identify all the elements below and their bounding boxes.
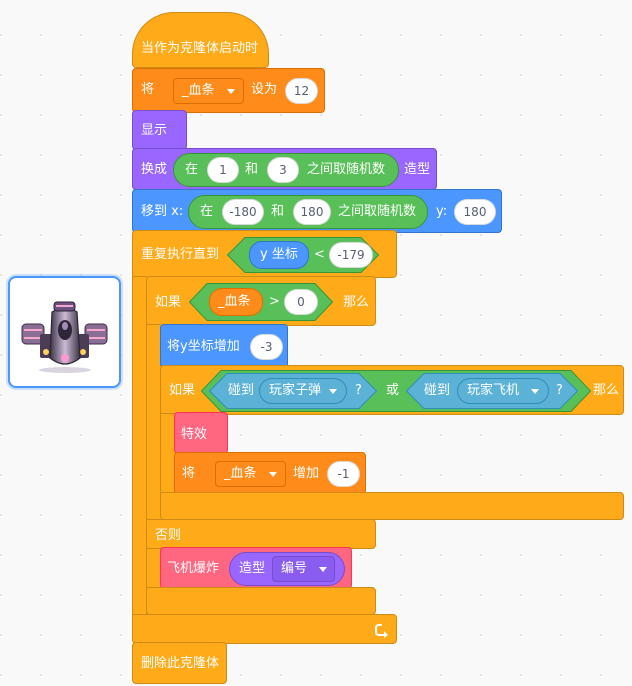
effect-custom-block[interactable]: 特效 bbox=[174, 412, 228, 454]
change-by-label: 增加 bbox=[293, 466, 320, 481]
random-from-input[interactable]: 1 bbox=[207, 157, 239, 183]
y-input[interactable]: 180 bbox=[454, 199, 496, 225]
if-touching-block[interactable]: 如果 碰到 玩家子弹 ? 或 碰到 玩家飞机 ? 那么 bbox=[160, 365, 624, 415]
explode-custom-block[interactable]: 飞机爆炸 造型 编号 bbox=[160, 547, 352, 589]
variable-name: _血条 bbox=[218, 294, 251, 309]
costume-label: 造型 bbox=[404, 162, 431, 177]
y-position-label: y 坐标 bbox=[260, 247, 298, 262]
change-variable-block[interactable]: 将 _血条 增加 -1 bbox=[174, 452, 366, 494]
random-suffix-label: 之间取随机数 bbox=[307, 162, 386, 177]
variable-name: _血条 bbox=[224, 466, 257, 481]
costume-option: 编号 bbox=[281, 561, 308, 576]
compare-value-input[interactable]: 0 bbox=[284, 289, 318, 315]
chevron-down-icon bbox=[531, 389, 539, 394]
change-label: 将 bbox=[182, 466, 196, 481]
costume-option-dropdown[interactable]: 编号 bbox=[272, 556, 335, 582]
effect-label: 特效 bbox=[181, 427, 208, 442]
or-label: 或 bbox=[386, 383, 400, 398]
random-and-label: 和 bbox=[271, 204, 285, 219]
go-to-x-label: 移到 x: bbox=[141, 204, 184, 219]
then-label: 那么 bbox=[343, 295, 370, 310]
change-y-block[interactable]: 将y坐标增加 -3 bbox=[160, 324, 288, 368]
change-y-input[interactable]: -3 bbox=[250, 334, 283, 360]
health-variable-reporter[interactable]: _血条 bbox=[209, 288, 263, 316]
delete-clone-label: 删除此克隆体 bbox=[141, 656, 220, 671]
random-from-input[interactable]: -180 bbox=[222, 199, 264, 225]
variable-name: _血条 bbox=[182, 83, 215, 98]
y-position-reporter[interactable]: y 坐标 bbox=[249, 241, 309, 269]
else-label: 否则 bbox=[155, 528, 182, 543]
chevron-down-icon bbox=[227, 89, 235, 94]
repeat-until-block-bottom bbox=[132, 614, 397, 644]
hat-label: 当作为克隆体启动时 bbox=[141, 41, 259, 56]
when-start-as-clone-hat-block[interactable]: 当作为克隆体启动时 bbox=[132, 12, 269, 68]
if-else-arm bbox=[146, 324, 161, 620]
question-mark: ? bbox=[556, 383, 563, 398]
touching-label: 碰到 bbox=[424, 383, 451, 398]
touching-label: 碰到 bbox=[228, 383, 255, 398]
if-label: 如果 bbox=[169, 383, 196, 398]
set-to-label: 设为 bbox=[251, 82, 278, 97]
touching-target-dropdown[interactable]: 玩家飞机 bbox=[457, 378, 549, 404]
random-to-input[interactable]: 180 bbox=[293, 199, 331, 225]
random-to-input[interactable]: 3 bbox=[267, 157, 299, 183]
greater-than-label: > bbox=[269, 294, 280, 309]
touching-target: 玩家子弹 bbox=[269, 383, 322, 398]
show-block[interactable]: 显示 bbox=[132, 110, 187, 150]
question-mark: ? bbox=[355, 383, 362, 398]
random-in-label: 在 bbox=[185, 162, 199, 177]
switch-costume-block[interactable]: 换成 在 1 和 3 之间取随机数 造型 bbox=[132, 148, 437, 190]
value-input[interactable]: 12 bbox=[285, 78, 318, 104]
if-label: 如果 bbox=[155, 295, 182, 310]
set-variable-block[interactable]: 将 _血条 设为 12 bbox=[132, 68, 325, 113]
sprite-thumbnail[interactable] bbox=[8, 276, 121, 388]
y-label: y: bbox=[436, 204, 448, 219]
costume-label: 造型 bbox=[239, 561, 266, 576]
repeat-until-block[interactable]: 重复执行直到 y 坐标 < -179 bbox=[132, 230, 397, 278]
spaceship-sprite-icon bbox=[21, 301, 108, 373]
chevron-down-icon bbox=[329, 389, 337, 394]
explode-label: 飞机爆炸 bbox=[167, 561, 220, 576]
repeat-until-arm bbox=[132, 276, 147, 616]
compare-value-input[interactable]: -179 bbox=[329, 242, 373, 268]
go-to-xy-block[interactable]: 移到 x: 在 -180 和 180 之间取随机数 y: 180 bbox=[132, 189, 502, 233]
touching-target-dropdown[interactable]: 玩家子弹 bbox=[259, 378, 347, 404]
less-than-label: < bbox=[314, 247, 325, 262]
change-y-label: 将y坐标增加 bbox=[167, 339, 240, 354]
random-in-label: 在 bbox=[200, 204, 214, 219]
chevron-down-icon bbox=[319, 567, 327, 572]
show-label: 显示 bbox=[141, 123, 168, 138]
set-label: 将 bbox=[141, 82, 155, 97]
random-and-label: 和 bbox=[245, 162, 259, 177]
chevron-down-icon bbox=[269, 472, 277, 477]
if-touching-arm bbox=[160, 413, 175, 495]
costume-reporter[interactable]: 造型 编号 bbox=[229, 552, 345, 586]
variable-dropdown[interactable]: _血条 bbox=[215, 461, 286, 487]
if-touching-block-bottom bbox=[160, 492, 624, 520]
loop-arrow-icon bbox=[375, 624, 388, 638]
switch-costume-label: 换成 bbox=[141, 162, 168, 177]
else-section: 否则 bbox=[146, 519, 376, 549]
then-label: 那么 bbox=[593, 383, 620, 398]
delete-this-clone-block[interactable]: 删除此克隆体 bbox=[132, 642, 227, 684]
if-else-block-bottom bbox=[146, 587, 376, 615]
change-value-input[interactable]: -1 bbox=[327, 461, 360, 487]
repeat-until-label: 重复执行直到 bbox=[141, 247, 220, 262]
if-else-block[interactable]: 如果 _血条 > 0 那么 bbox=[146, 276, 376, 326]
random-suffix-label: 之间取随机数 bbox=[338, 204, 417, 219]
variable-dropdown[interactable]: _血条 bbox=[173, 78, 244, 104]
touching-target: 玩家飞机 bbox=[467, 383, 520, 398]
